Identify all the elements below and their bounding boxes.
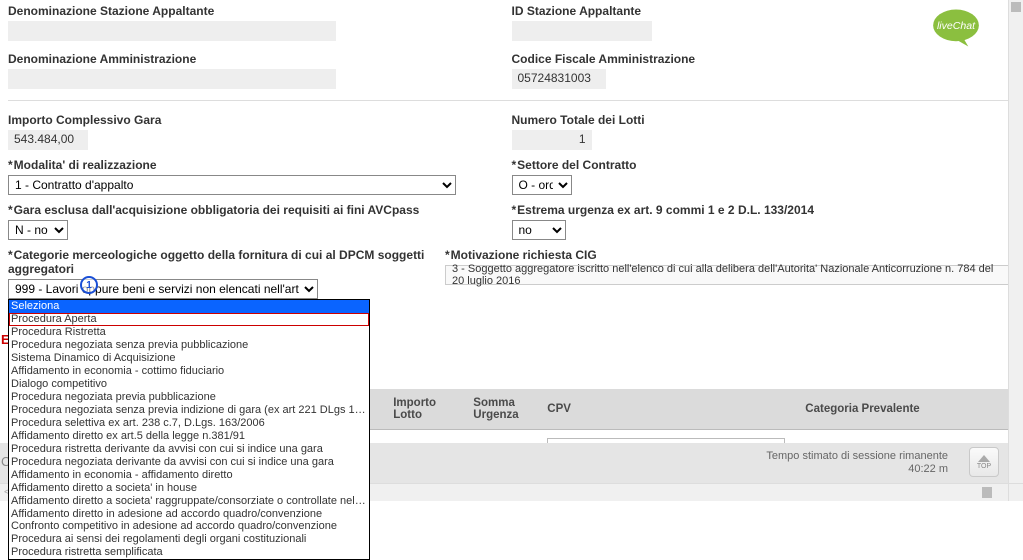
- back-to-top-button[interactable]: TOP: [969, 447, 999, 477]
- col-categoria: Categoria Prevalente: [795, 389, 1015, 430]
- dropdown-item[interactable]: Sistema Dinamico di Acquisizione: [9, 352, 369, 365]
- live-chat-icon[interactable]: liveChat: [929, 6, 983, 50]
- codice-fiscale-value: 05724831003: [512, 69, 606, 89]
- dropdown-item[interactable]: Affidamento diretto in adesione ad accor…: [9, 508, 369, 521]
- chevron-up-icon: [978, 455, 990, 462]
- dropdown-item[interactable]: Affidamento diretto ex art.5 della legge…: [9, 430, 369, 443]
- dropdown-item[interactable]: Affidamento in economia - affidamento di…: [9, 469, 369, 482]
- urgenza-select[interactable]: no: [512, 220, 566, 240]
- importo-gara-value: 543.484,00: [8, 130, 88, 150]
- denom-stazione-label: Denominazione Stazione Appaltante: [8, 4, 508, 18]
- dropdown-item[interactable]: Procedura ristretta semplificata: [9, 546, 369, 559]
- num-lotti-value: 1: [512, 130, 592, 150]
- dropdown-item[interactable]: Affidamento diretto a societa' raggruppa…: [9, 495, 369, 508]
- categorie-label: Categorie merceologiche oggetto della fo…: [8, 248, 441, 276]
- dropdown-item[interactable]: Affidamento diretto a societa' in house: [9, 482, 369, 495]
- importo-gara-label: Importo Complessivo Gara: [8, 113, 508, 127]
- dropdown-item[interactable]: Procedura negoziata derivante da avvisi …: [9, 456, 369, 469]
- modalita-label: Modalita' di realizzazione: [8, 158, 508, 172]
- denom-amm-label: Denominazione Amministrazione: [8, 52, 508, 66]
- id-stazione-value: [512, 21, 652, 41]
- dropdown-item[interactable]: Procedura selettiva ex art. 238 c.7, D.L…: [9, 417, 369, 430]
- motivazione-label: Motivazione richiesta CIG: [445, 248, 1011, 262]
- dropdown-item[interactable]: Affidamento in economia - cottimo fiduci…: [9, 365, 369, 378]
- settore-select[interactable]: O - ordinario: [512, 175, 572, 195]
- dropdown-item[interactable]: Procedura Aperta: [9, 313, 369, 326]
- dropdown-item[interactable]: Dialogo competitivo: [9, 378, 369, 391]
- denom-stazione-value: [8, 21, 336, 41]
- codice-fiscale-label: Codice Fiscale Amministrazione: [512, 52, 1012, 66]
- motivazione-value: 3 - Soggetto aggregatore iscritto nell'e…: [445, 265, 1011, 285]
- col-cpv: CPV: [537, 389, 795, 430]
- col-somma: Somma Urgenza: [463, 389, 537, 430]
- procedura-dropdown[interactable]: SelezionaProcedura ApertaProcedura Ristr…: [8, 299, 370, 560]
- session-label: Tempo stimato di sessione rimanente: [766, 450, 948, 463]
- dropdown-item[interactable]: Confronto competitivo in adesione ad acc…: [9, 520, 369, 533]
- modalita-select[interactable]: 1 - Contratto d'appalto: [8, 175, 456, 195]
- num-lotti-label: Numero Totale dei Lotti: [512, 113, 1012, 127]
- denom-amm-value: [8, 69, 336, 89]
- vertical-scrollbar[interactable]: [1008, 0, 1023, 483]
- step-marker-1: 1: [80, 276, 98, 294]
- dropdown-item[interactable]: Procedura negoziata senza previa pubblic…: [9, 339, 369, 352]
- gara-esclusa-select[interactable]: N - no: [8, 220, 68, 240]
- divider: [8, 100, 1015, 101]
- dropdown-item[interactable]: Procedura negoziata previa pubblicazione: [9, 391, 369, 404]
- scrollbar-corner: [1008, 483, 1023, 501]
- session-time: 40:22 m: [766, 463, 948, 476]
- settore-label: Settore del Contratto: [512, 158, 1012, 172]
- col-importo: Importo Lotto: [383, 389, 463, 430]
- dropdown-item[interactable]: Procedura negoziata senza previa indizio…: [9, 404, 369, 417]
- gara-esclusa-label: Gara esclusa dall'acquisizione obbligato…: [8, 203, 508, 217]
- dropdown-item[interactable]: Procedura ristretta derivante da avvisi …: [9, 443, 369, 456]
- urgenza-label: Estrema urgenza ex art. 9 commi 1 e 2 D.…: [512, 203, 1012, 217]
- dropdown-item[interactable]: Seleziona: [9, 300, 369, 313]
- dropdown-item[interactable]: Procedura ai sensi dei regolamenti degli…: [9, 533, 369, 546]
- categorie-select[interactable]: 999 - Lavori oppure beni e servizi non e…: [8, 279, 318, 299]
- dropdown-item[interactable]: Procedura Ristretta: [9, 326, 369, 339]
- svg-text:liveChat: liveChat: [937, 20, 976, 32]
